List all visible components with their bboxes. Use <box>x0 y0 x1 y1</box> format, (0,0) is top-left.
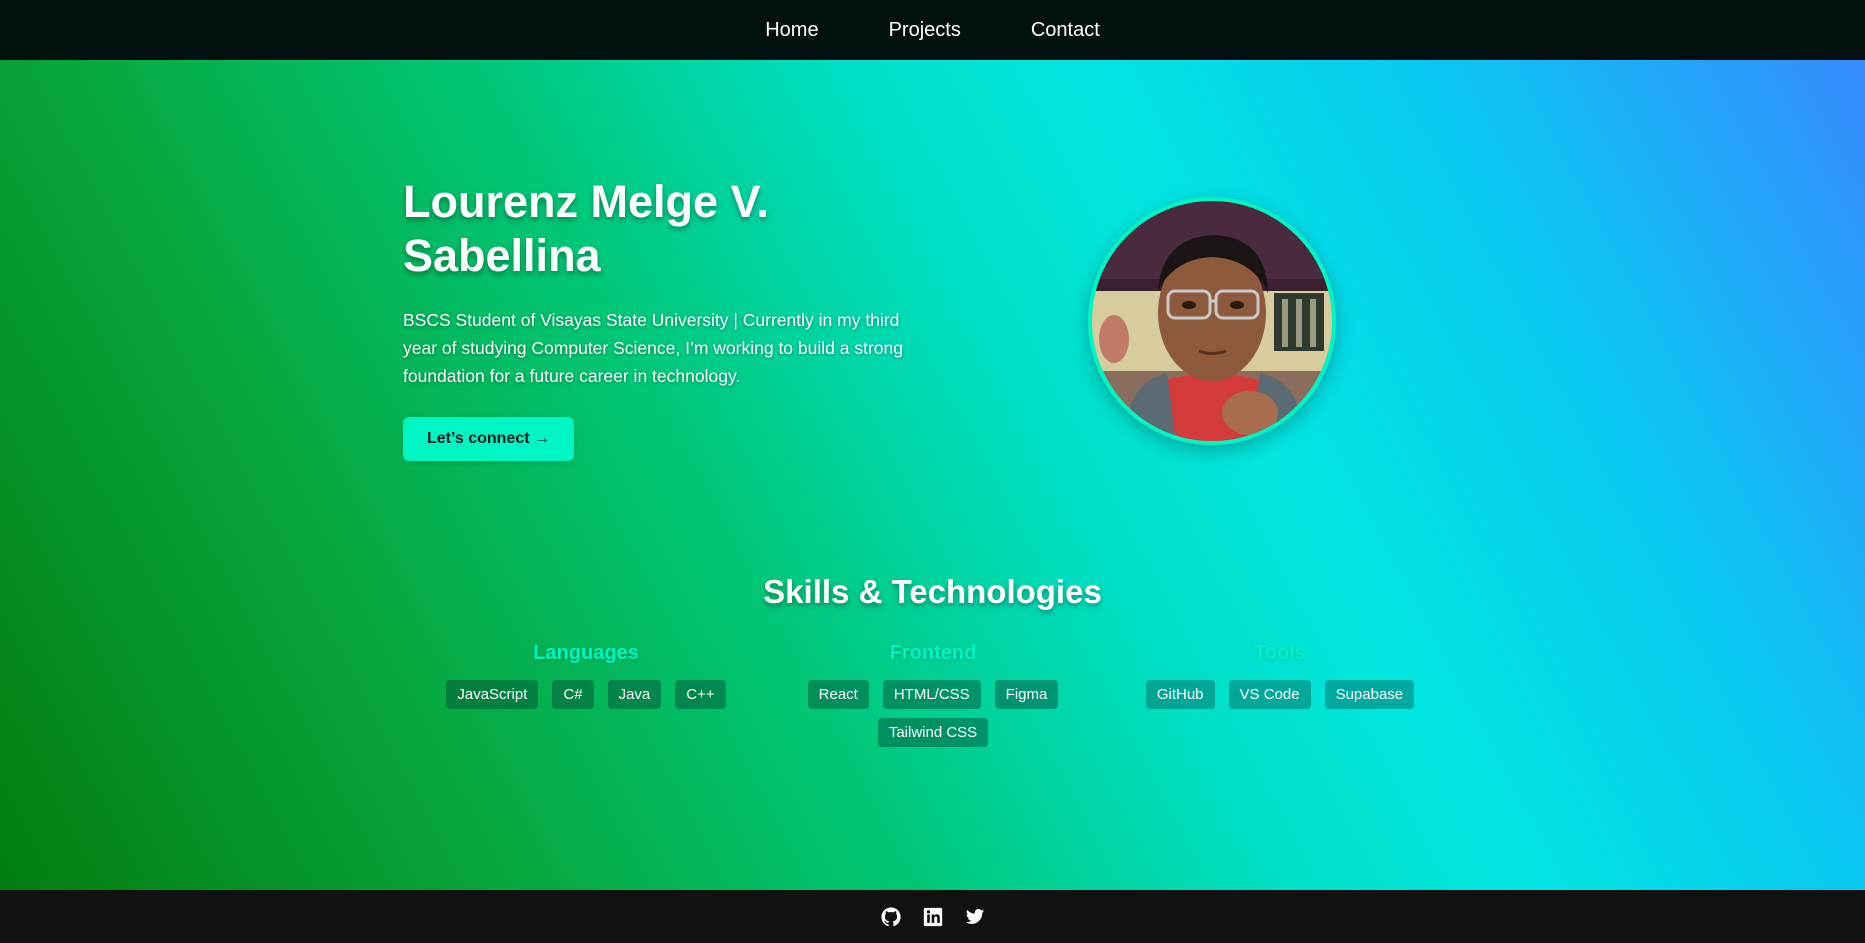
footer <box>0 890 1865 943</box>
skill-tag: React <box>807 680 869 709</box>
navbar: Home Projects Contact <box>0 0 1865 60</box>
skill-tag: JavaScript <box>446 680 539 709</box>
skill-tag: C# <box>552 680 594 709</box>
nav-contact-link[interactable]: Contact <box>1031 19 1100 42</box>
hero-name: Lourenz Melge V. Sabellina <box>403 176 769 281</box>
skill-group-tools: Tools GitHub VS Code Supabase <box>1130 642 1430 709</box>
hero-section: Lourenz Melge V. Sabellina BSCS Student … <box>403 175 923 461</box>
skill-tag: Tailwind CSS <box>877 718 989 747</box>
lets-connect-button[interactable]: Let’s connect → <box>403 417 574 461</box>
skill-tag: VS Code <box>1228 680 1311 709</box>
skill-tag: HTML/CSS <box>882 680 981 709</box>
profile-photo <box>1092 201 1332 441</box>
skill-tags: React HTML/CSS Figma Tailwind CSS <box>783 680 1083 747</box>
twitter-icon[interactable] <box>965 907 985 927</box>
skill-tag: Java <box>607 680 662 709</box>
hero-bio: BSCS Student of Visayas State University… <box>403 310 903 386</box>
skill-tag: C++ <box>675 680 726 709</box>
github-icon[interactable] <box>880 906 901 927</box>
skill-group-languages: Languages JavaScript C# Java C++ <box>436 642 736 709</box>
skill-group-title: Tools <box>1254 642 1306 664</box>
nav-home-link[interactable]: Home <box>765 19 818 42</box>
skill-group-title: Frontend <box>889 642 977 664</box>
skill-group-frontend: Frontend React HTML/CSS Figma Tailwind C… <box>783 642 1083 747</box>
skill-tag: Figma <box>994 680 1059 709</box>
skill-tags: JavaScript C# Java C++ <box>436 680 736 709</box>
avatar <box>1088 197 1336 445</box>
skill-tag: GitHub <box>1145 680 1215 709</box>
skill-group-title: Languages <box>533 642 639 664</box>
skill-tags: GitHub VS Code Supabase <box>1130 680 1430 709</box>
linkedin-icon[interactable] <box>923 907 943 927</box>
skills-title: Skills & Technologies <box>763 573 1102 610</box>
nav-projects-link[interactable]: Projects <box>889 19 961 42</box>
skill-tag: Supabase <box>1324 680 1415 709</box>
